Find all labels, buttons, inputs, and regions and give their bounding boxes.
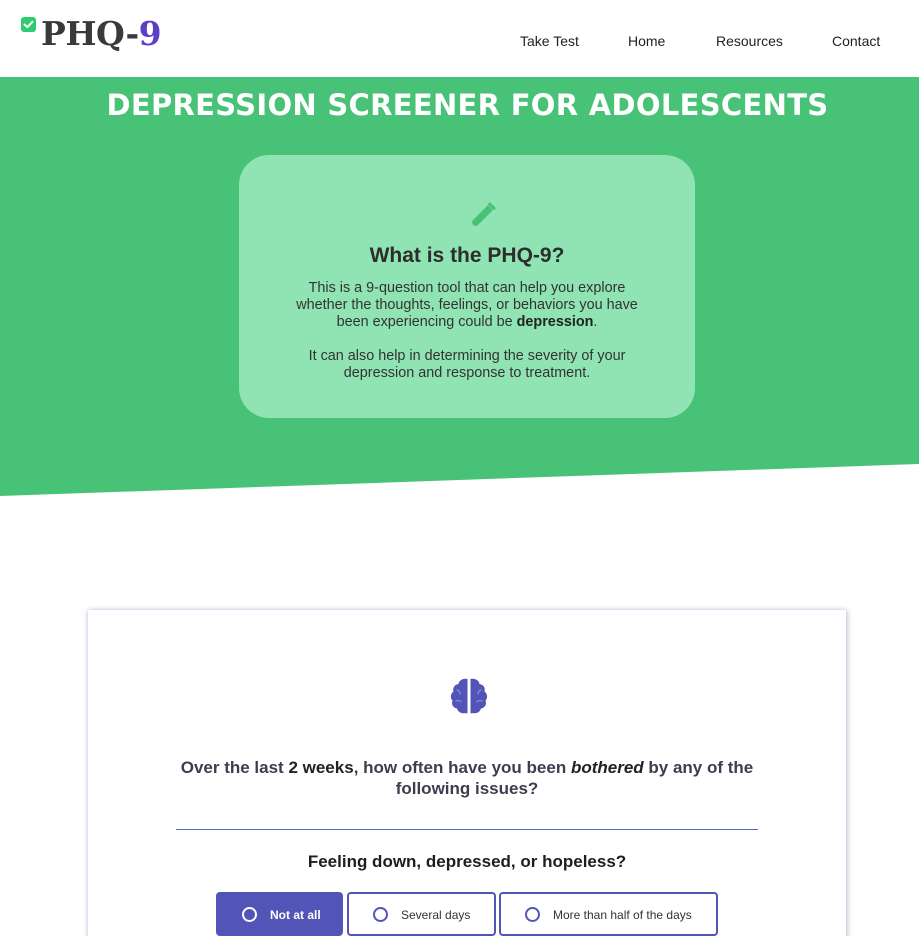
main-nav: Take Test Home Resources Contact [0, 31, 919, 51]
nav-contact[interactable]: Contact [832, 31, 880, 51]
checkbox-icon [21, 17, 36, 32]
option-label: Several days [401, 908, 471, 922]
hero-title: DEPRESSION SCREENER FOR ADOLESCENTS [106, 88, 829, 122]
question-item: Feeling down, depressed, or hopeless? [307, 852, 627, 871]
info-title: What is the PHQ-9? [369, 244, 565, 267]
question-intro: Over the last 2 weeks, how often have yo… [158, 757, 776, 799]
intro-italic: bothered [570, 758, 644, 777]
info-paragraph-1-bold: depression [516, 314, 594, 330]
intro-part-a: Over the last [180, 758, 289, 777]
nav-home[interactable]: Home [628, 31, 665, 51]
question-card: Over the last 2 weeks, how often have yo… [88, 610, 846, 936]
nav-resources[interactable]: Resources [716, 31, 783, 51]
option-not-at-all[interactable]: Not at all [216, 892, 343, 936]
option-several-days[interactable]: Several days [347, 892, 496, 936]
option-more-than-half[interactable]: More than half of the days [499, 892, 718, 936]
intro-emphasis: 2 weeks [288, 758, 354, 777]
info-paragraph-1: This is a 9-question tool that can help … [287, 280, 647, 331]
option-label: More than half of the days [553, 908, 692, 922]
brain-icon [450, 678, 488, 714]
radio-icon [525, 907, 540, 922]
site-header: PHQ-9 Take Test Home Resources Contact [0, 0, 919, 77]
option-label: Not at all [270, 908, 321, 922]
info-paragraph-1-end: . [593, 314, 598, 330]
info-card: What is the PHQ-9? This is a 9-question … [239, 155, 695, 418]
intro-part-b: , how often have you been [353, 758, 571, 777]
radio-icon [373, 907, 388, 922]
test-tube-icon [472, 202, 496, 226]
radio-icon [242, 907, 257, 922]
info-paragraph-2: It can also help in determining the seve… [308, 348, 626, 381]
nav-take-test[interactable]: Take Test [520, 31, 579, 51]
divider [176, 829, 758, 830]
